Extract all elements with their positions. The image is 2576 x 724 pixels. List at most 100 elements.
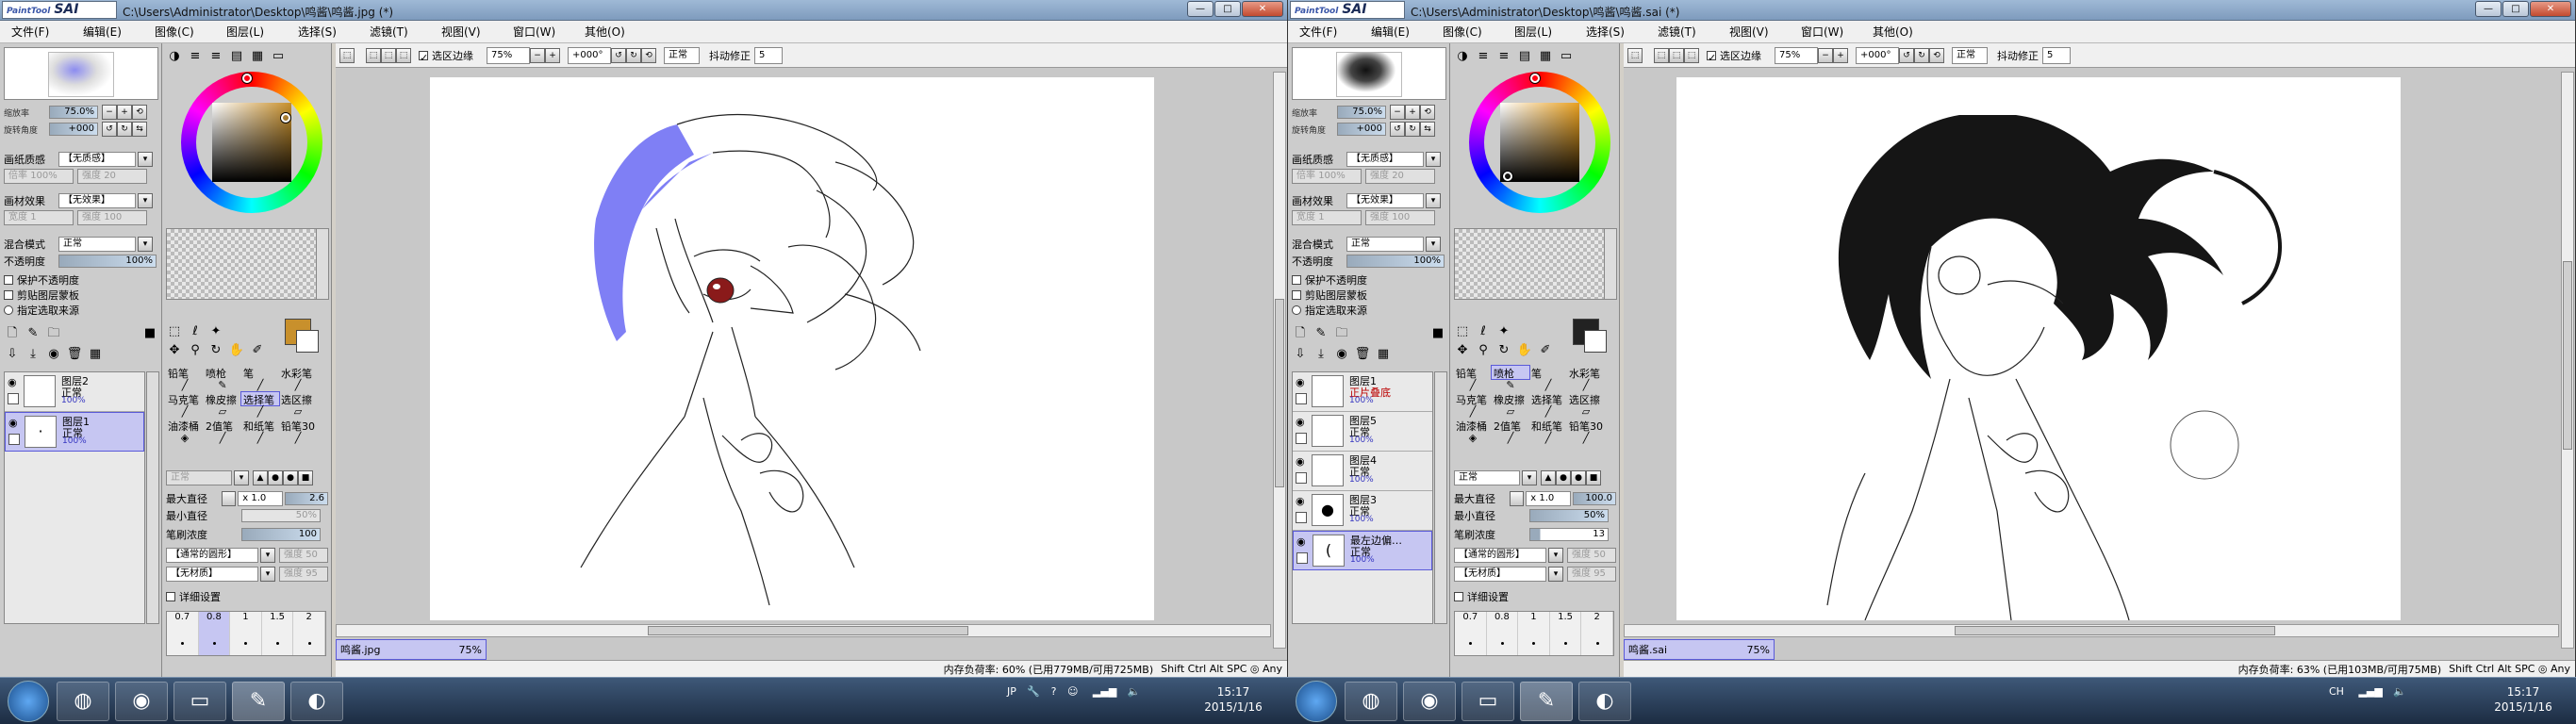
tool-pencil[interactable]: 铅笔 [166, 366, 204, 379]
deselect-button[interactable]: ⬚ [1627, 47, 1643, 63]
tool-washi-pen[interactable]: 和纸笔 [1529, 419, 1567, 432]
reset-rotation-button[interactable]: ⟲ [641, 47, 656, 63]
chevron-down-icon[interactable]: ▾ [1548, 567, 1563, 582]
network-icon[interactable]: ▂▄▆ [1093, 685, 1116, 698]
hsv-slider-icon[interactable]: ≡ [1495, 48, 1512, 65]
lasso-icon[interactable]: ℓ [187, 323, 204, 340]
flip-button[interactable]: ⇆ [132, 122, 147, 137]
new-layer-icon[interactable]: 🗋 [1292, 325, 1309, 342]
crop-button[interactable]: ⬚ [1684, 47, 1699, 63]
eyedropper-icon[interactable]: ✐ [249, 342, 266, 359]
taskbar-app-icon[interactable]: ◐ [1578, 682, 1631, 721]
swatches-icon[interactable]: ▦ [1537, 48, 1554, 65]
selection-edge-checkbox[interactable]: ✓ 选区边缘 [1707, 48, 1761, 64]
intermediate-color-icon[interactable]: ▤ [1516, 48, 1533, 65]
document-tab[interactable]: 鸣酱.jpg 75% [336, 639, 487, 660]
angle-select[interactable]: +000° [1856, 46, 1899, 64]
canvas-hscrollbar[interactable] [336, 624, 1271, 637]
lock-checkbox[interactable] [8, 393, 19, 404]
start-button[interactable] [1296, 681, 1337, 722]
vscroll-thumb[interactable] [1275, 299, 1284, 487]
taskbar-music-icon[interactable]: ◉ [1403, 682, 1456, 721]
eyedropper-icon[interactable]: ✐ [1537, 342, 1554, 359]
brush-texture-select[interactable]: 【无材质】 [166, 567, 258, 582]
lock-checkbox[interactable] [1296, 512, 1307, 523]
tool-select-pen[interactable]: 选择笔 [240, 391, 280, 406]
background-color[interactable] [296, 330, 319, 353]
tool-pencil30[interactable]: 铅笔30 [279, 419, 317, 432]
new-layer-icon[interactable]: 🗋 [4, 325, 21, 342]
chevron-down-icon[interactable]: ▾ [260, 548, 275, 563]
tool-select-eraser[interactable]: 选区擦 [279, 392, 317, 405]
rotate-left-button[interactable]: ↺ [1390, 122, 1405, 137]
paper-texture-select[interactable]: 【无质感】 [58, 152, 136, 167]
zoom-icon[interactable]: ⚲ [1475, 342, 1492, 359]
stabilizer-select[interactable]: 5 [754, 46, 783, 64]
zoom-select[interactable]: 75% [1775, 46, 1818, 64]
color-square[interactable] [212, 103, 291, 182]
rotate-left-button[interactable]: ↺ [611, 47, 626, 63]
tool-select-eraser[interactable]: 选区擦 [1567, 392, 1605, 405]
rect-select-icon[interactable]: ⬚ [166, 323, 183, 340]
magic-wand-icon[interactable]: ✦ [207, 323, 224, 340]
brush-tip-flat[interactable]: ▲ [1541, 470, 1556, 485]
document-tab[interactable]: 鸣酱.sai 75% [1624, 639, 1775, 660]
brush-mode-select[interactable]: 正常 [1454, 470, 1520, 485]
scratchpad-icon[interactable]: ▭ [270, 48, 287, 65]
layer-item[interactable]: ◉ 图层1 正片叠底 100% [1293, 372, 1432, 412]
brush-tip-flat[interactable]: ▲ [253, 470, 268, 485]
chevron-down-icon[interactable]: ▾ [1426, 237, 1441, 252]
brush-tip-sharp[interactable]: ■ [298, 470, 313, 485]
zoom-out-button[interactable]: − [530, 47, 545, 63]
max-size-slider[interactable]: 2.6 [285, 492, 328, 505]
tool-pencil30[interactable]: 铅笔30 [1567, 419, 1605, 432]
reset-rotation-button[interactable]: ⟲ [1929, 47, 1944, 63]
menu-window[interactable]: 窗口(W) [502, 24, 573, 40]
chevron-down-icon[interactable]: ▾ [260, 567, 275, 582]
clear-icon[interactable]: ▦ [87, 346, 104, 363]
taskbar-folder-icon[interactable]: ▭ [1461, 682, 1514, 721]
taskbar-music-icon[interactable]: ◉ [115, 682, 168, 721]
menu-image[interactable]: 图像(C) [1431, 24, 1503, 40]
hsv-slider-icon[interactable]: ≡ [207, 48, 224, 65]
eye-icon[interactable]: ◉ [1296, 416, 1305, 428]
tool-watercolor[interactable]: 水彩笔 [279, 366, 317, 379]
close-button[interactable]: ✕ [1242, 1, 1283, 17]
color-wheel-icon[interactable]: ◑ [166, 48, 183, 65]
canvas-vscrollbar[interactable] [1273, 72, 1286, 649]
clipping-mask-checkbox[interactable]: 剪贴图层蒙板 [4, 288, 79, 303]
menu-edit[interactable]: 编辑(E) [1360, 24, 1431, 40]
color-wheel[interactable] [1469, 72, 1610, 213]
selection-edge-checkbox[interactable]: ✓ 选区边缘 [419, 48, 473, 64]
brush-tip-soft[interactable]: ● [283, 470, 298, 485]
show-selection-button[interactable]: ⬚ [1669, 47, 1684, 63]
blend-mode-select[interactable]: 正常 [58, 237, 136, 252]
chevron-down-icon[interactable]: ▾ [1522, 470, 1537, 485]
network-icon[interactable]: ▂▄▆ [2358, 685, 2382, 698]
tool-airbrush[interactable]: 喷枪 [204, 366, 241, 379]
chevron-down-icon[interactable]: ▾ [234, 470, 249, 485]
layer-item-selected[interactable]: ◉ · 图层1 正常 100% [5, 412, 144, 452]
layer-item[interactable]: ◉ 图层5 正常 100% [1293, 412, 1432, 452]
rotate-right-button[interactable]: ↻ [626, 47, 641, 63]
detail-settings-checkbox[interactable]: 详细设置 [166, 589, 221, 604]
vscroll-thumb[interactable] [2563, 261, 2572, 450]
scratchpad-scrollbar[interactable] [1604, 228, 1617, 300]
rotate-right-button[interactable]: ↻ [1405, 122, 1420, 137]
opacity-slider[interactable]: 100% [1346, 255, 1445, 268]
size-preset[interactable]: 2 [1581, 612, 1613, 655]
tray-tool-icon[interactable]: 🔧 [1027, 685, 1040, 698]
rotate-right-button[interactable]: ↻ [117, 122, 132, 137]
color-wheel-icon[interactable]: ◑ [1454, 48, 1471, 65]
eye-icon[interactable]: ◉ [8, 376, 17, 388]
layer-item-selected[interactable]: ◉(最左边偏… 正常 100% [1293, 531, 1432, 570]
lock-checkbox[interactable] [1296, 472, 1307, 484]
clock-left[interactable]: 15:17 2015/1/16 [1199, 684, 1267, 715]
chevron-down-icon[interactable]: ▾ [138, 152, 153, 167]
transfer-down-icon[interactable]: ⇩ [4, 346, 21, 363]
eye-icon[interactable]: ◉ [1296, 535, 1306, 548]
mask-icon[interactable]: ◉ [45, 346, 62, 363]
hue-knob[interactable] [242, 74, 252, 83]
min-size-slider[interactable]: 50% [241, 509, 321, 522]
title-bar[interactable]: PaintTool SAI C:\Users\Administrator\Desk… [0, 0, 1287, 21]
